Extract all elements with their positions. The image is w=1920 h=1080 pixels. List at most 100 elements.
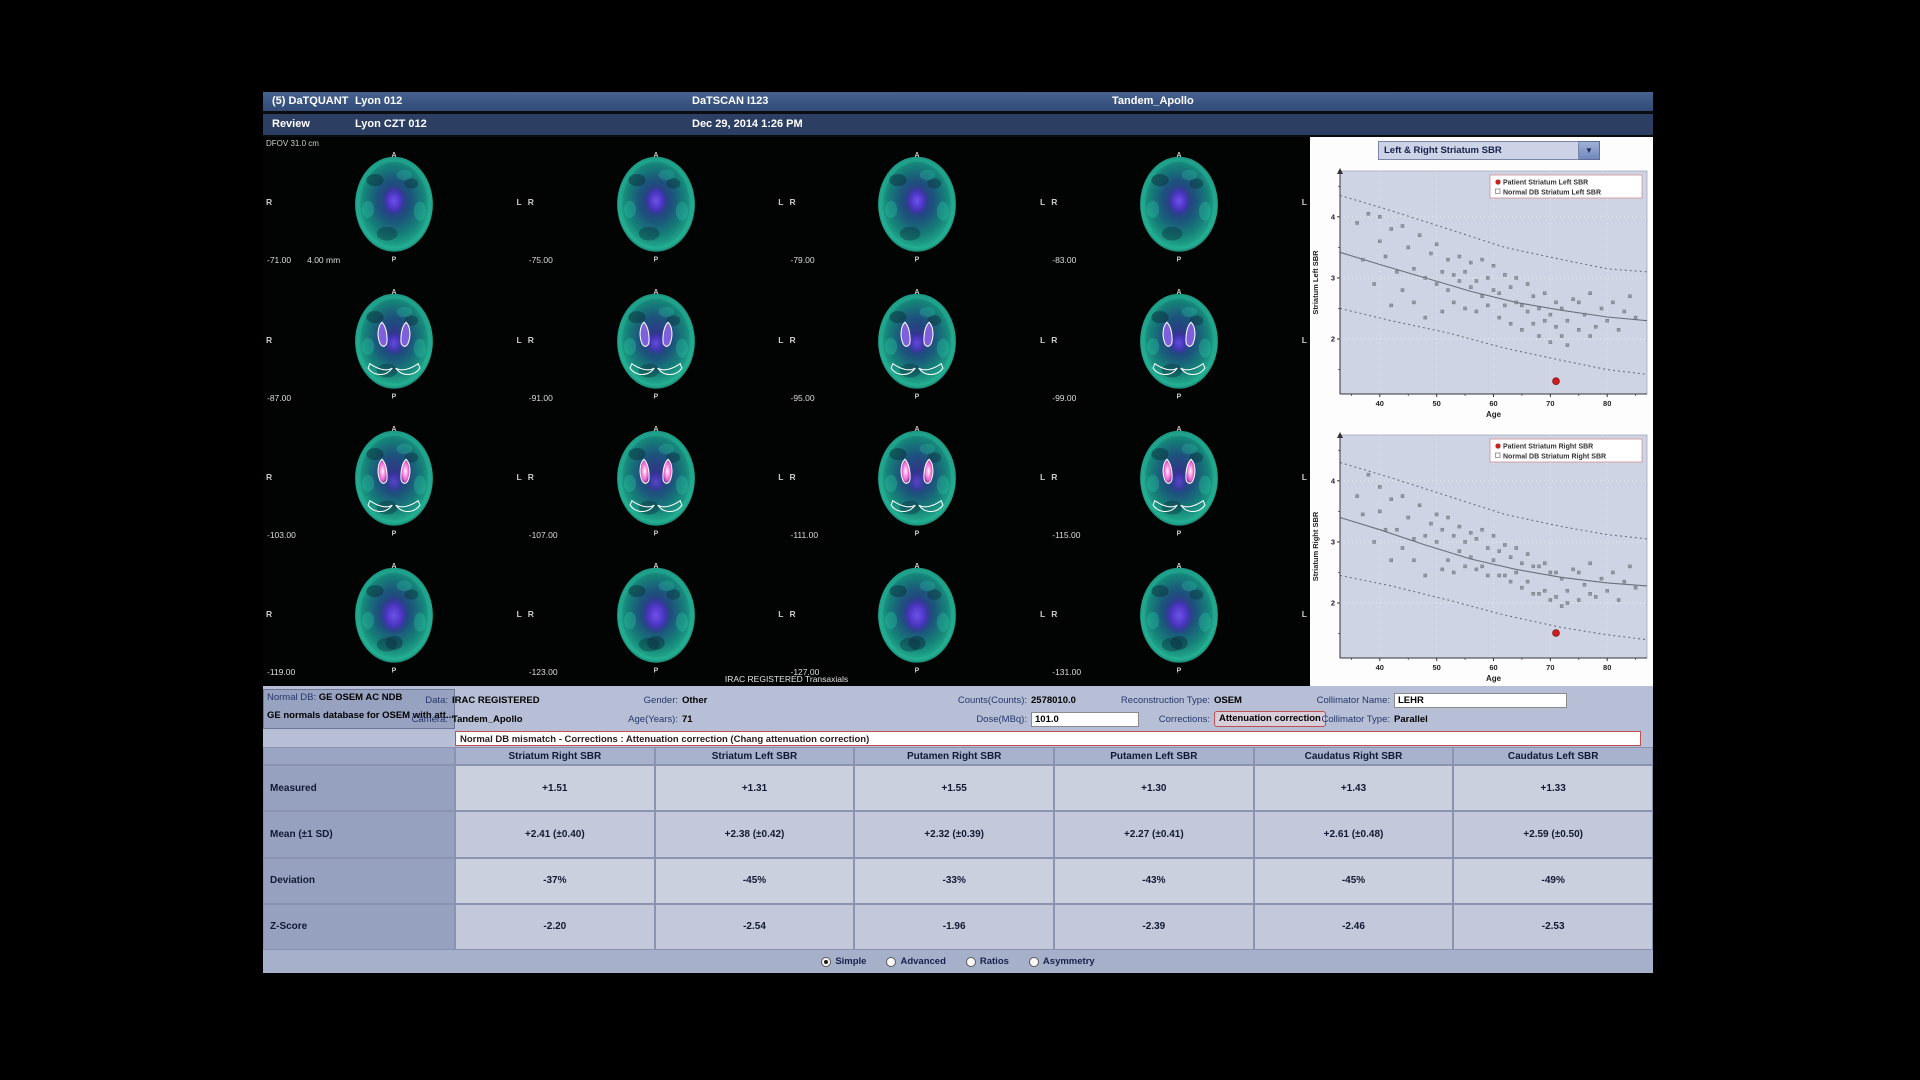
orientation-letter-right-side: R [1051,609,1057,619]
svg-text:A: A [1177,426,1182,433]
data-label: Data: [303,695,452,706]
x-axis-label: Age [1486,410,1502,419]
slice-position-label: -103.00 [267,530,296,540]
svg-text:A: A [1177,151,1182,158]
value-cell: +2.32 (±0.39) [854,811,1054,857]
roi-selector-dropdown[interactable]: Left & Right Striatum SBR ▼ [1378,141,1600,160]
svg-text:P: P [915,256,920,263]
orientation-letter-left-side: L [1302,472,1307,482]
value-cell: +1.55 [854,765,1054,811]
brain-slice-cell[interactable]: AP-119.00RL [263,549,525,686]
column-header: Putamen Right SBR [854,747,1054,765]
svg-text:P: P [1177,256,1182,263]
brain-slice-image: AP [604,149,708,263]
row-label: Mean (±1 SD) [263,811,455,857]
brain-slice-image: AP [865,423,969,537]
info-row-2: Camera:Tandem_Apollo Age(Years):71 Dose(… [263,711,1653,729]
display-mode-radio-simple[interactable]: Simple [821,956,866,967]
slice-position-label: -95.00 [791,393,815,403]
orientation-letter-right-side: R [1051,335,1057,345]
app-title: (5) DaTQUANT [272,95,348,107]
orientation-letter-right-side: R [266,472,272,482]
svg-text:4: 4 [1331,212,1336,221]
slice-thickness-label: 4.00 mm [307,255,340,265]
display-mode-radio-ratios[interactable]: Ratios [966,956,1009,967]
brain-slice-cell[interactable]: AP-75.00RL [525,137,787,274]
slice-position-label: -99.00 [1052,393,1076,403]
value-cell: -37% [455,858,655,904]
series-caption: IRAC REGISTERED Transaxials [263,674,1310,684]
value-cell: -43% [1054,858,1254,904]
row-label: Measured [263,765,455,811]
camera-label: Camera: [303,714,452,725]
value-cell: -45% [655,858,855,904]
brain-slice-cell[interactable]: AP-107.00RL [525,412,787,549]
value-cell: -2.20 [455,904,655,950]
value-cell: -1.96 [854,904,1054,950]
camera-name: Tandem_Apollo [1112,95,1194,107]
svg-text:A: A [653,151,658,158]
gender-label: Gender: [563,695,682,706]
workflow-step: Review [272,118,310,130]
orientation-letter-right-side: R [790,197,796,207]
brain-slice-cell[interactable]: AP-95.00RL [787,274,1049,411]
study-name: DaTSCAN I123 [692,95,768,107]
radio-icon[interactable] [886,957,896,967]
brain-slice-image: AP [865,560,969,674]
orientation-letter-right-side: R [266,197,272,207]
recon-type-label: Reconstruction Type: [1043,695,1214,706]
orientation-letter-left-side: L [1040,472,1045,482]
svg-text:A: A [915,426,920,433]
svg-text:P: P [915,393,920,400]
brain-slice-cell[interactable]: AP-111.00RL [787,412,1049,549]
radio-icon[interactable] [1029,957,1039,967]
orientation-letter-right-side: R [1051,197,1057,207]
brain-slice-image: AP [342,149,446,263]
value-cell: +2.59 (±0.50) [1453,811,1653,857]
brain-slice-cell[interactable]: AP-127.00RL [787,549,1049,686]
brain-slice-cell[interactable]: AP-87.00RL [263,274,525,411]
dropdown-arrow-button[interactable]: ▼ [1579,141,1600,160]
column-header: Caudatus Left SBR [1453,747,1653,765]
svg-text:P: P [392,393,397,400]
brain-slice-image: AP [865,149,969,263]
brain-slice-cell[interactable]: AP-71.004.00 mmRL [263,137,525,274]
value-cell: +1.33 [1453,765,1653,811]
gender-value: Other [682,695,707,706]
brain-slice-cell[interactable]: AP-131.00RL [1048,549,1310,686]
value-cell: +1.43 [1254,765,1454,811]
series-name: Lyon CZT 012 [355,118,427,130]
roi-selector-value[interactable]: Left & Right Striatum SBR [1378,141,1579,160]
brain-slice-cell[interactable]: AP-83.00RL [1048,137,1310,274]
value-cell: +2.27 (±0.41) [1054,811,1254,857]
svg-text:A: A [915,563,920,570]
brain-slice-cell[interactable]: AP -99.00 R L [1048,274,1310,411]
display-mode-radio-advanced[interactable]: Advanced [886,956,945,967]
brain-slice-cell[interactable]: AP-91.00RL [525,274,787,411]
radio-icon[interactable] [966,957,976,967]
svg-text:A: A [391,426,396,433]
orientation-letter-left-side: L [1302,609,1307,619]
svg-text:40: 40 [1376,663,1384,672]
brain-slice-cell[interactable]: AP-115.00RL [1048,412,1310,549]
svg-text:A: A [653,563,658,570]
brain-slice-cell[interactable]: AP-79.00RL [787,137,1049,274]
display-mode-radio-asymmetry[interactable]: Asymmetry [1029,956,1095,967]
slice-position-label: -111.00 [791,530,819,540]
slice-position-label: -71.00 [267,255,291,265]
orientation-letter-left-side: L [778,335,783,345]
radio-label: Ratios [980,956,1009,967]
brain-slice-cell[interactable]: AP-103.00RL [263,412,525,549]
orientation-letter-left-side: L [1302,335,1307,345]
collimator-name-input[interactable]: LEHR [1394,693,1567,708]
radio-icon[interactable] [821,957,831,967]
brain-slice-cell[interactable]: AP-123.00RL [525,549,787,686]
brain-slice-image: AP [342,560,446,674]
datquant-window: (5) DaTQUANT Lyon 012 DaTSCAN I123 Tande… [263,92,1653,973]
value-cell: -2.39 [1054,904,1254,950]
brain-slice-image: AP [1127,286,1231,400]
dfov-label: DFOV 31.0 cm [266,139,319,148]
svg-text:A: A [391,151,396,158]
orientation-letter-left-side: L [1040,335,1045,345]
radio-label: Asymmetry [1043,956,1095,967]
